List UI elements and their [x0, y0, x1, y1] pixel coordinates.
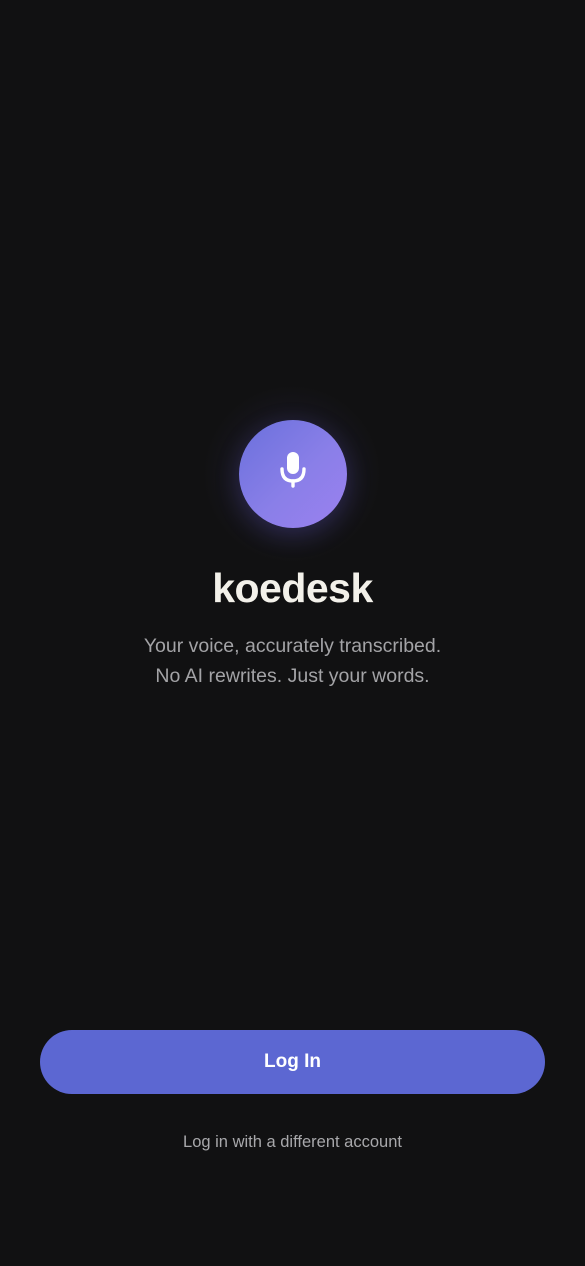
microphone-icon	[280, 452, 306, 488]
login-button[interactable]: Log In	[40, 1030, 545, 1094]
app-title: koedesk	[212, 565, 373, 611]
welcome-screen: koedesk Your voice, accurately transcrib…	[0, 0, 585, 1266]
tagline-line-2: No AI rewrites. Just your words.	[155, 665, 430, 687]
different-account-link[interactable]: Log in with a different account	[0, 1129, 585, 1155]
tagline-line-1: Your voice, accurately transcribed.	[143, 635, 442, 657]
